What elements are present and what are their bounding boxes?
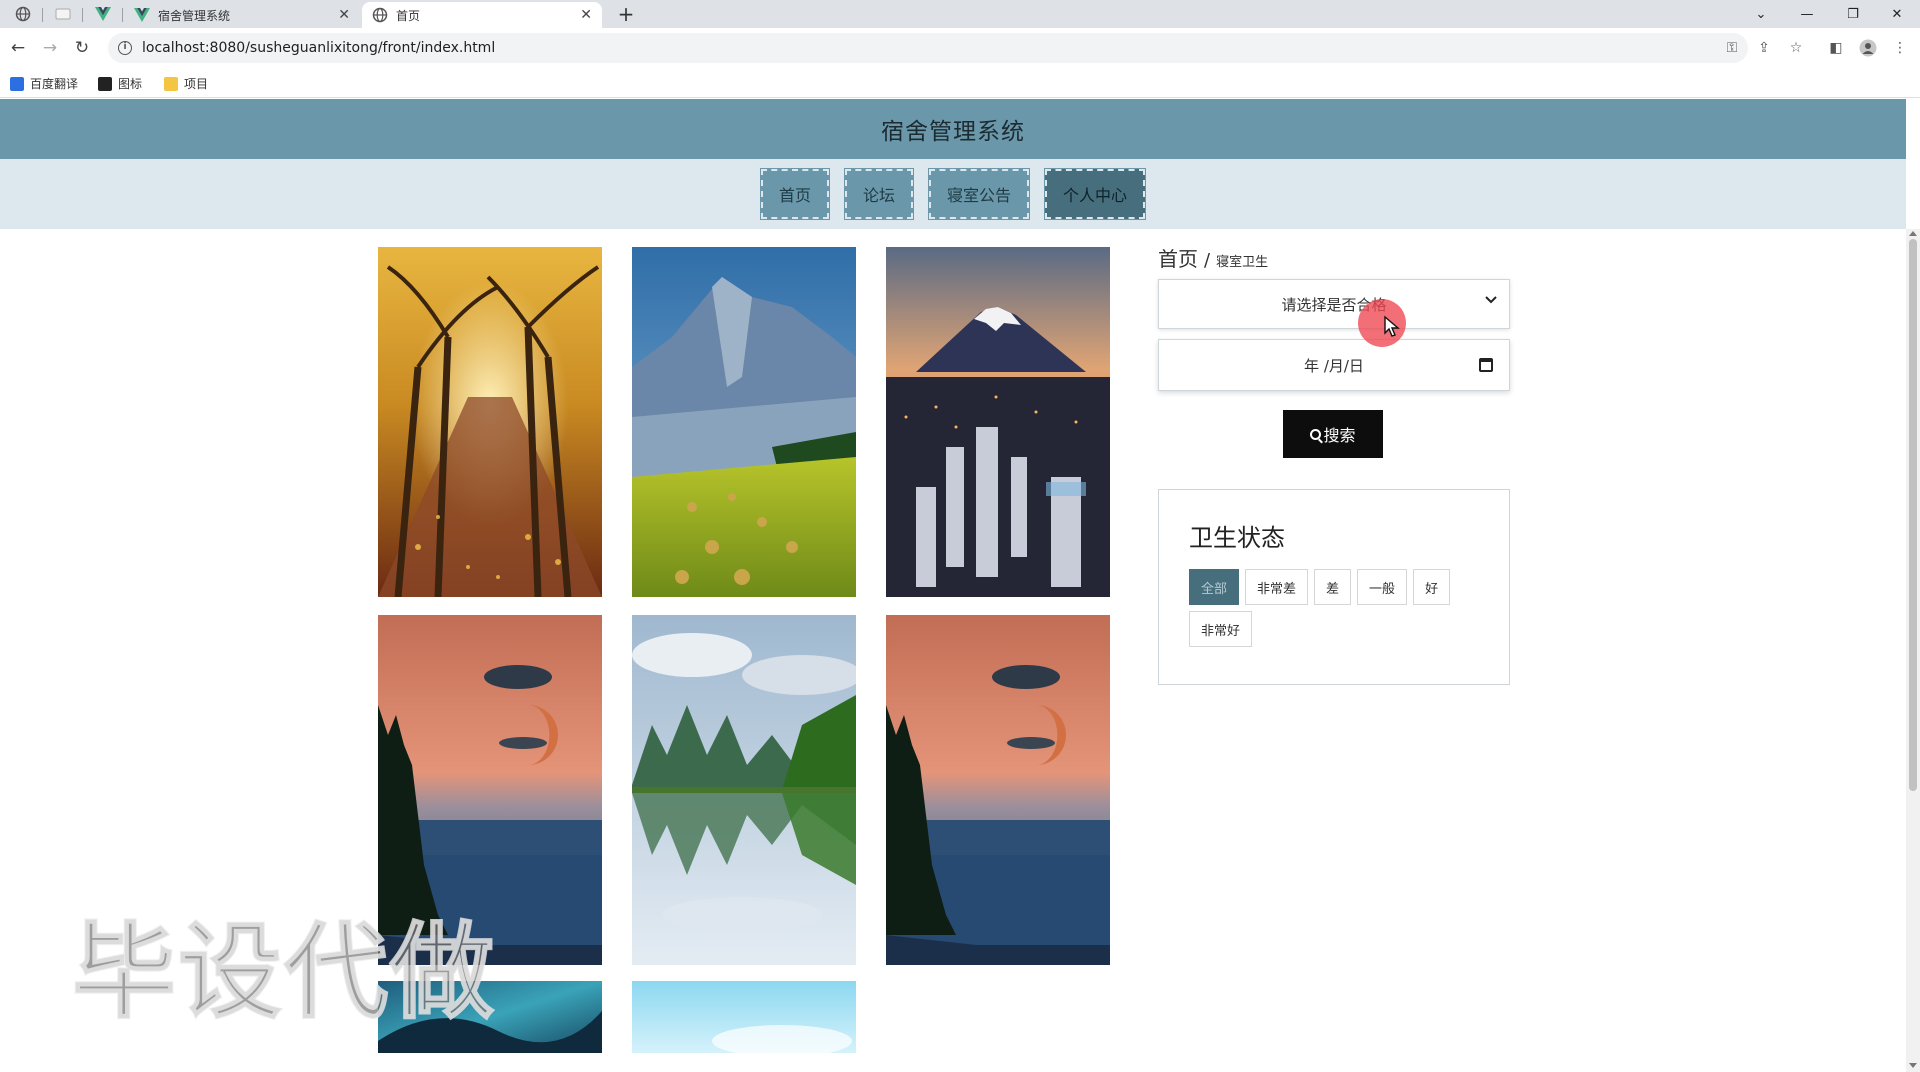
tab-home[interactable]: 首页 ✕ [362, 2, 602, 28]
tab-separator [122, 8, 123, 22]
search-icon [1310, 428, 1322, 440]
new-tab-button[interactable]: + [614, 2, 638, 26]
side-panel-icon[interactable]: ◧ [1826, 38, 1846, 58]
gallery-image-fuji-city[interactable] [886, 247, 1110, 597]
browser-tab-strip: 宿舍管理系统 ✕ 首页 ✕ + ⌄ — ❐ ✕ [0, 0, 1920, 28]
bookmark-label: 图标 [118, 77, 143, 91]
gallery-image-karst-reflection[interactable] [632, 615, 856, 965]
status-tag-all[interactable]: 全部 [1189, 569, 1240, 605]
share-icon[interactable]: ⇪ [1754, 38, 1774, 58]
tab-separator [82, 8, 83, 22]
nav-home[interactable]: 首页 [759, 168, 830, 220]
breadcrumb: 首页 / 寝室卫生 [1158, 243, 1510, 273]
profile-avatar-icon[interactable] [1858, 38, 1878, 58]
globe-icon [372, 7, 388, 23]
nav-forum[interactable]: 论坛 [843, 168, 915, 220]
reload-icon[interactable]: ↻ [70, 36, 94, 60]
calendar-icon[interactable] [1479, 358, 1493, 372]
blank-page-icon [55, 8, 71, 20]
folder-icon [164, 76, 178, 91]
qualified-select[interactable]: 请选择是否合格 [1158, 279, 1510, 329]
bookmark-label: 百度翻译 [30, 77, 79, 91]
gallery-image-moon-lake-2[interactable] [886, 615, 1110, 965]
tab-dorm-system[interactable]: 宿舍管理系统 ✕ [124, 2, 360, 28]
filter-sidebar: 首页 / 寝室卫生 请选择是否合格 年 /月/日 搜索 卫生状态 全部 非常差 … [1158, 243, 1510, 685]
page-scrollbar[interactable] [1906, 229, 1920, 1072]
search-button[interactable]: 搜索 [1283, 410, 1383, 458]
star-bookmark-icon[interactable]: ☆ [1786, 38, 1806, 58]
scroll-thumb[interactable] [1909, 239, 1917, 791]
gallery-image-autumn-avenue[interactable] [378, 247, 602, 597]
breadcrumb-home[interactable]: 首页 [1158, 243, 1198, 272]
baidu-translate-icon [10, 76, 24, 91]
back-arrow-icon[interactable]: ← [6, 36, 30, 60]
date-placeholder: 年 /月/日 [1304, 356, 1364, 375]
mouse-pointer-icon [1384, 315, 1400, 337]
globe-icon [15, 6, 31, 22]
hygiene-status-card: 卫生状态 全部 非常差 差 一般 好 非常好 [1158, 489, 1510, 685]
url-text[interactable]: localhost:8080/susheguanlixitong/front/i… [142, 40, 495, 56]
site-header: 宿舍管理系统 [0, 99, 1906, 159]
address-bar[interactable]: i localhost:8080/susheguanlixitong/front… [108, 33, 1748, 63]
image-icon [98, 76, 112, 91]
vue-logo-icon [134, 8, 150, 22]
pinned-tab-globe[interactable] [6, 2, 40, 26]
page-viewport: 宿舍管理系统 首页 论坛 寝室公告 个人中心 首页 / 寝室卫生 请选择是否合格… [0, 99, 1906, 1072]
close-window-icon[interactable]: ✕ [1874, 0, 1920, 28]
nav-personal-center[interactable]: 个人中心 [1044, 168, 1147, 220]
watermark-text: 毕设代做 [71, 910, 497, 1034]
date-input[interactable]: 年 /月/日 [1158, 339, 1510, 391]
bookmarks-bar: 百度翻译 图标 项目 [0, 68, 1920, 98]
tab-title: 宿舍管理系统 [158, 8, 231, 23]
minimize-icon[interactable]: — [1784, 0, 1830, 28]
bookmark-icons[interactable]: 图标 [98, 75, 142, 92]
bookmark-label: 项目 [184, 77, 209, 91]
status-tag-list: 全部 非常差 差 一般 好 非常好 [1189, 569, 1479, 647]
search-button-label: 搜索 [1323, 426, 1356, 445]
main-nav: 首页 论坛 寝室公告 个人中心 [0, 159, 1906, 229]
site-title: 宿舍管理系统 [881, 119, 1025, 145]
breadcrumb-separator: / [1204, 250, 1211, 271]
gallery-image-mountain-field[interactable] [632, 247, 856, 597]
nav-announcements[interactable]: 寝室公告 [927, 168, 1031, 220]
forward-arrow-icon[interactable]: → [38, 36, 62, 60]
status-tag-very-good[interactable]: 非常好 [1189, 611, 1253, 647]
tab-separator [42, 8, 43, 22]
key-icon[interactable]: ⚿ [1722, 38, 1742, 58]
close-tab-icon[interactable]: ✕ [338, 7, 350, 23]
status-tag-good[interactable]: 好 [1413, 569, 1451, 605]
status-tag-average[interactable]: 一般 [1357, 569, 1408, 605]
chevron-down-icon [1485, 296, 1497, 304]
close-tab-icon[interactable]: ✕ [580, 7, 592, 23]
address-toolbar: ← → ↻ i localhost:8080/susheguanlixitong… [0, 28, 1920, 68]
vue-logo-icon [95, 7, 111, 21]
site-info-icon[interactable]: i [118, 41, 132, 55]
bookmark-projects[interactable]: 项目 [164, 75, 208, 92]
status-tag-poor[interactable]: 差 [1314, 569, 1352, 605]
restore-icon[interactable]: ❐ [1830, 0, 1876, 28]
status-title: 卫生状态 [1189, 524, 1285, 552]
status-tag-very-poor[interactable]: 非常差 [1245, 569, 1309, 605]
scroll-down-arrow-icon[interactable] [1909, 1063, 1917, 1068]
kebab-menu-icon[interactable]: ⋮ [1890, 38, 1910, 58]
gallery-image-sky[interactable] [632, 981, 856, 1053]
tab-search-icon[interactable]: ⌄ [1738, 0, 1784, 28]
breadcrumb-current: 寝室卫生 [1216, 255, 1269, 270]
pinned-tab-vue[interactable] [86, 2, 120, 26]
scroll-up-arrow-icon[interactable] [1909, 231, 1917, 236]
tab-title: 首页 [396, 8, 421, 23]
pinned-tab-blank[interactable] [46, 2, 80, 26]
bookmark-baidu-translate[interactable]: 百度翻译 [10, 75, 78, 92]
